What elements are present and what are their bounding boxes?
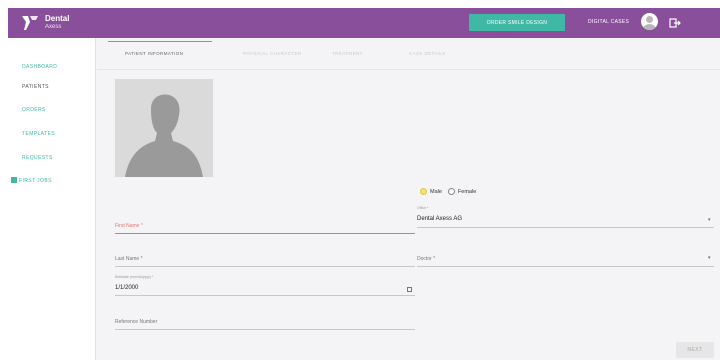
tooth-logo-icon: [22, 16, 38, 30]
sidebar: DASHBOARD PATIENTS ORDERS TEMPLATES REQU…: [8, 38, 96, 360]
calendar-icon[interactable]: [407, 287, 412, 292]
first-name-field[interactable]: First Name *: [115, 218, 415, 234]
reference-number-field[interactable]: Reference Number: [115, 314, 415, 330]
tab-treatment[interactable]: TREATMENT: [332, 51, 363, 56]
reference-number-label: Reference Number: [115, 319, 158, 325]
logo[interactable]: Dental Axess: [20, 14, 69, 32]
avatar-body: [643, 24, 656, 30]
male-radio[interactable]: [420, 188, 427, 195]
avatar-head: [646, 16, 653, 23]
person-silhouette-icon: [125, 94, 203, 177]
female-label: Female: [457, 188, 477, 195]
top-bar: Dental Axess ORDER SMILE DESIGN DIGITAL …: [8, 8, 720, 38]
sidebar-item-first-jobs[interactable]: FIRST JOBS: [11, 177, 52, 184]
gender-radio-group: Male Female: [420, 188, 476, 195]
first-jobs-icon: [11, 177, 17, 183]
tab-physical-character[interactable]: PHYSICAL CHARACTER: [243, 51, 302, 56]
logo-line1: Dental: [45, 14, 70, 23]
tab-patient-information[interactable]: PATIENT INFORMATION: [125, 51, 183, 56]
logo-line2: Axess: [45, 24, 62, 30]
doctor-select[interactable]: Doctor * ▾: [417, 251, 714, 267]
avatar[interactable]: [641, 13, 658, 30]
sidebar-item-requests[interactable]: REQUESTS: [22, 155, 53, 161]
patient-photo-placeholder[interactable]: [115, 79, 213, 177]
last-name-label: Last Name *: [115, 256, 143, 262]
tab-bar: PATIENT INFORMATION PHYSICAL CHARACTER T…: [97, 38, 720, 70]
user-name[interactable]: DIGITAL CASES: [588, 19, 629, 25]
logo-text: Dental Axess: [45, 15, 69, 31]
next-button[interactable]: NEXT: [676, 342, 714, 358]
doctor-label: Doctor *: [417, 256, 436, 262]
chevron-down-icon: ▾: [708, 217, 711, 223]
last-name-field[interactable]: Last Name *: [115, 251, 415, 267]
birthdate-value: 1/1/2000: [115, 285, 139, 291]
chevron-down-icon: ▾: [708, 255, 711, 261]
office-select[interactable]: Office * Dental Axess AG ▾: [417, 206, 714, 228]
sidebar-item-dashboard[interactable]: DASHBOARD: [22, 64, 57, 70]
app-window: Dental Axess ORDER SMILE DESIGN DIGITAL …: [8, 8, 720, 360]
sidebar-item-first-jobs-label: FIRST JOBS: [19, 178, 52, 184]
sidebar-item-orders[interactable]: ORDERS: [22, 107, 46, 113]
order-smile-design-button[interactable]: ORDER SMILE DESIGN: [469, 14, 565, 31]
tab-case-details[interactable]: CASE DETAILS: [409, 51, 446, 56]
active-tab-indicator: [108, 41, 212, 42]
female-radio[interactable]: [447, 188, 455, 195]
first-name-label: First Name *: [115, 223, 143, 229]
male-label: Male: [430, 188, 442, 195]
sidebar-item-patients[interactable]: PATIENTS: [22, 84, 49, 90]
birthdate-field[interactable]: Birthdate (mm/dd/yyyy) * 1/1/2000: [115, 275, 415, 296]
sidebar-item-templates[interactable]: TEMPLATES: [22, 131, 55, 137]
birthdate-label: Birthdate (mm/dd/yyyy) *: [115, 275, 154, 279]
office-value: Dental Axess AG: [417, 216, 463, 222]
logout-icon[interactable]: [669, 18, 681, 28]
office-label: Office *: [417, 206, 429, 210]
